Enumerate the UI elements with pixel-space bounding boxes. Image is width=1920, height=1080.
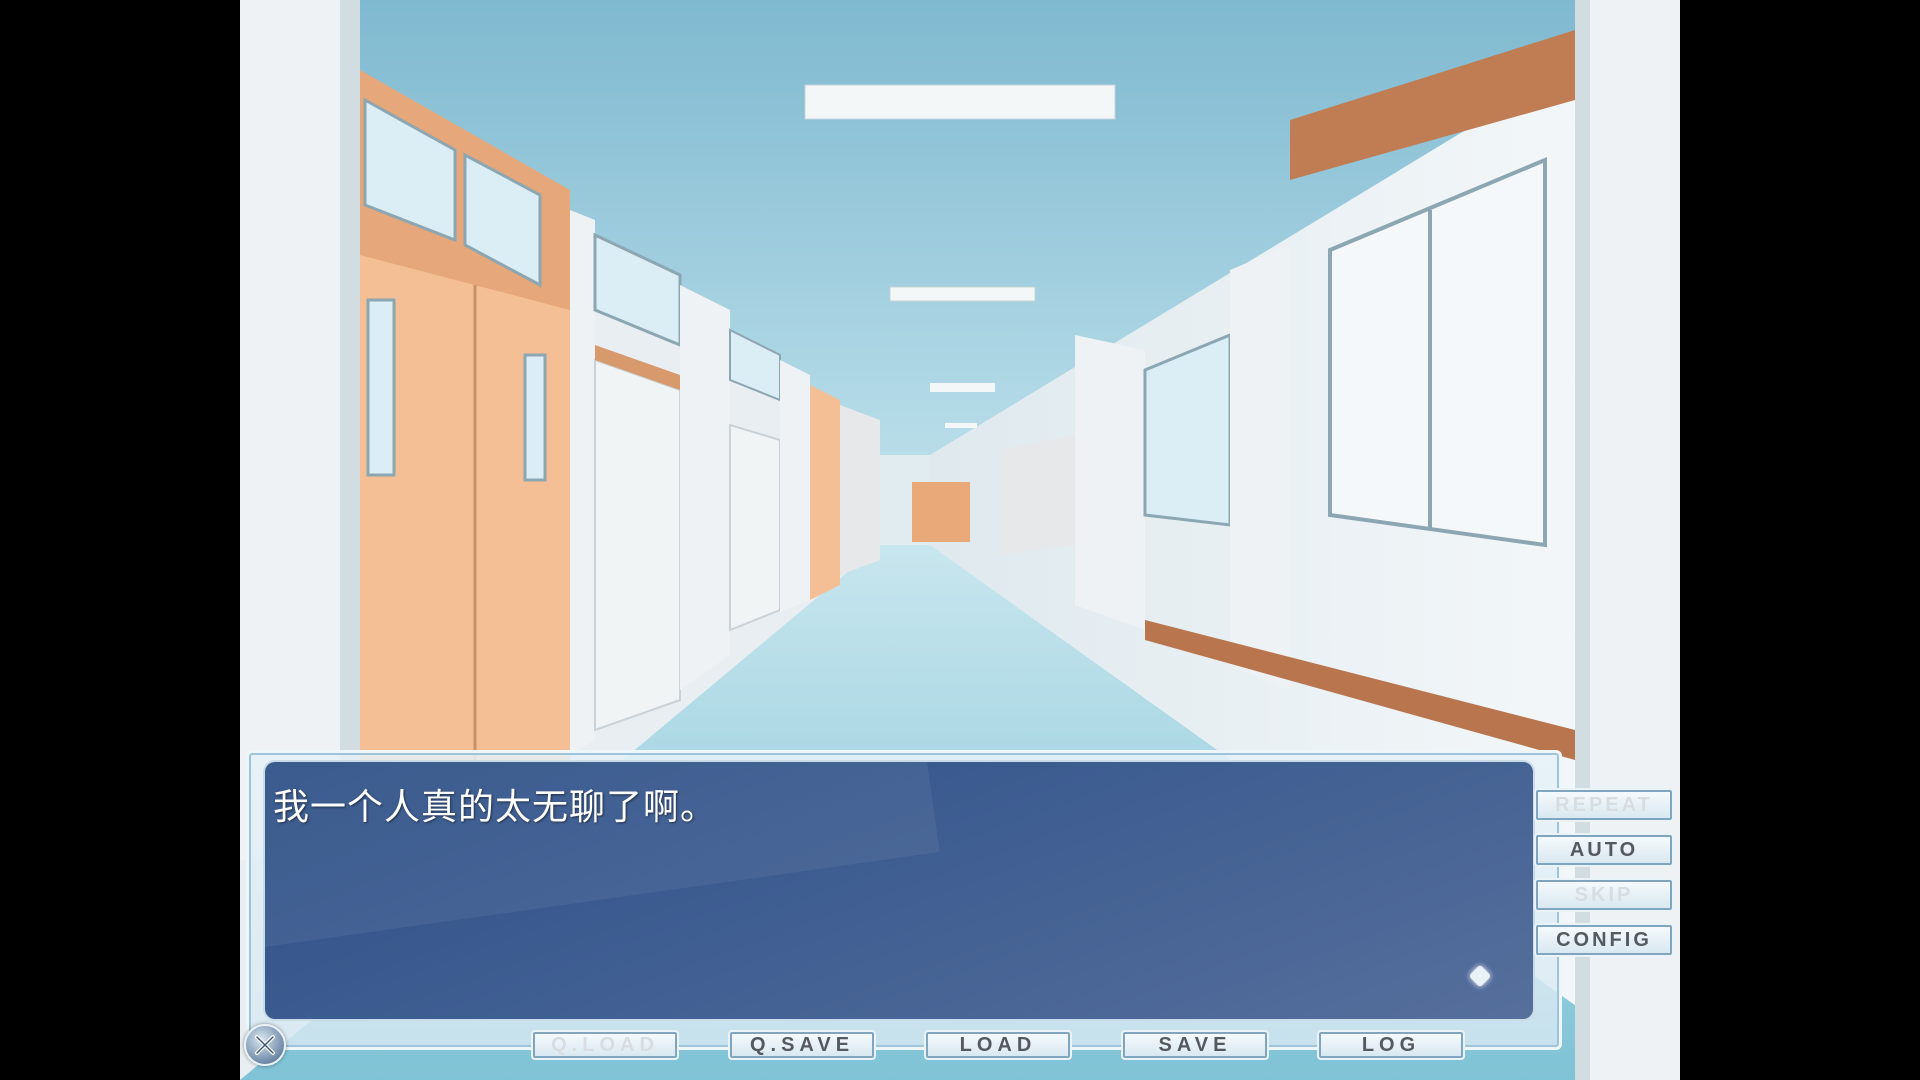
repeat-button[interactable]: REPEAT (1534, 788, 1674, 822)
skip-button[interactable]: SKIP (1534, 878, 1674, 912)
close-window-button[interactable] (244, 1024, 286, 1066)
config-button[interactable]: CONFIG (1534, 923, 1674, 957)
game-stage[interactable]: 我一个人真的太无聊了啊。 REPEAT AUTO SKIP CONFIG Q.L… (240, 0, 1680, 1080)
dialogue-text: 我一个人真的太无聊了啊。 (273, 787, 718, 828)
message-window[interactable]: 我一个人真的太无聊了啊。 (265, 762, 1533, 1019)
quick-load-button[interactable]: Q.LOAD (531, 1030, 679, 1060)
close-icon (255, 1035, 275, 1055)
auto-button[interactable]: AUTO (1534, 833, 1674, 867)
save-button[interactable]: SAVE (1121, 1030, 1269, 1060)
load-button[interactable]: LOAD (924, 1030, 1072, 1060)
quick-save-button[interactable]: Q.SAVE (728, 1030, 876, 1060)
log-button[interactable]: LOG (1317, 1030, 1465, 1060)
